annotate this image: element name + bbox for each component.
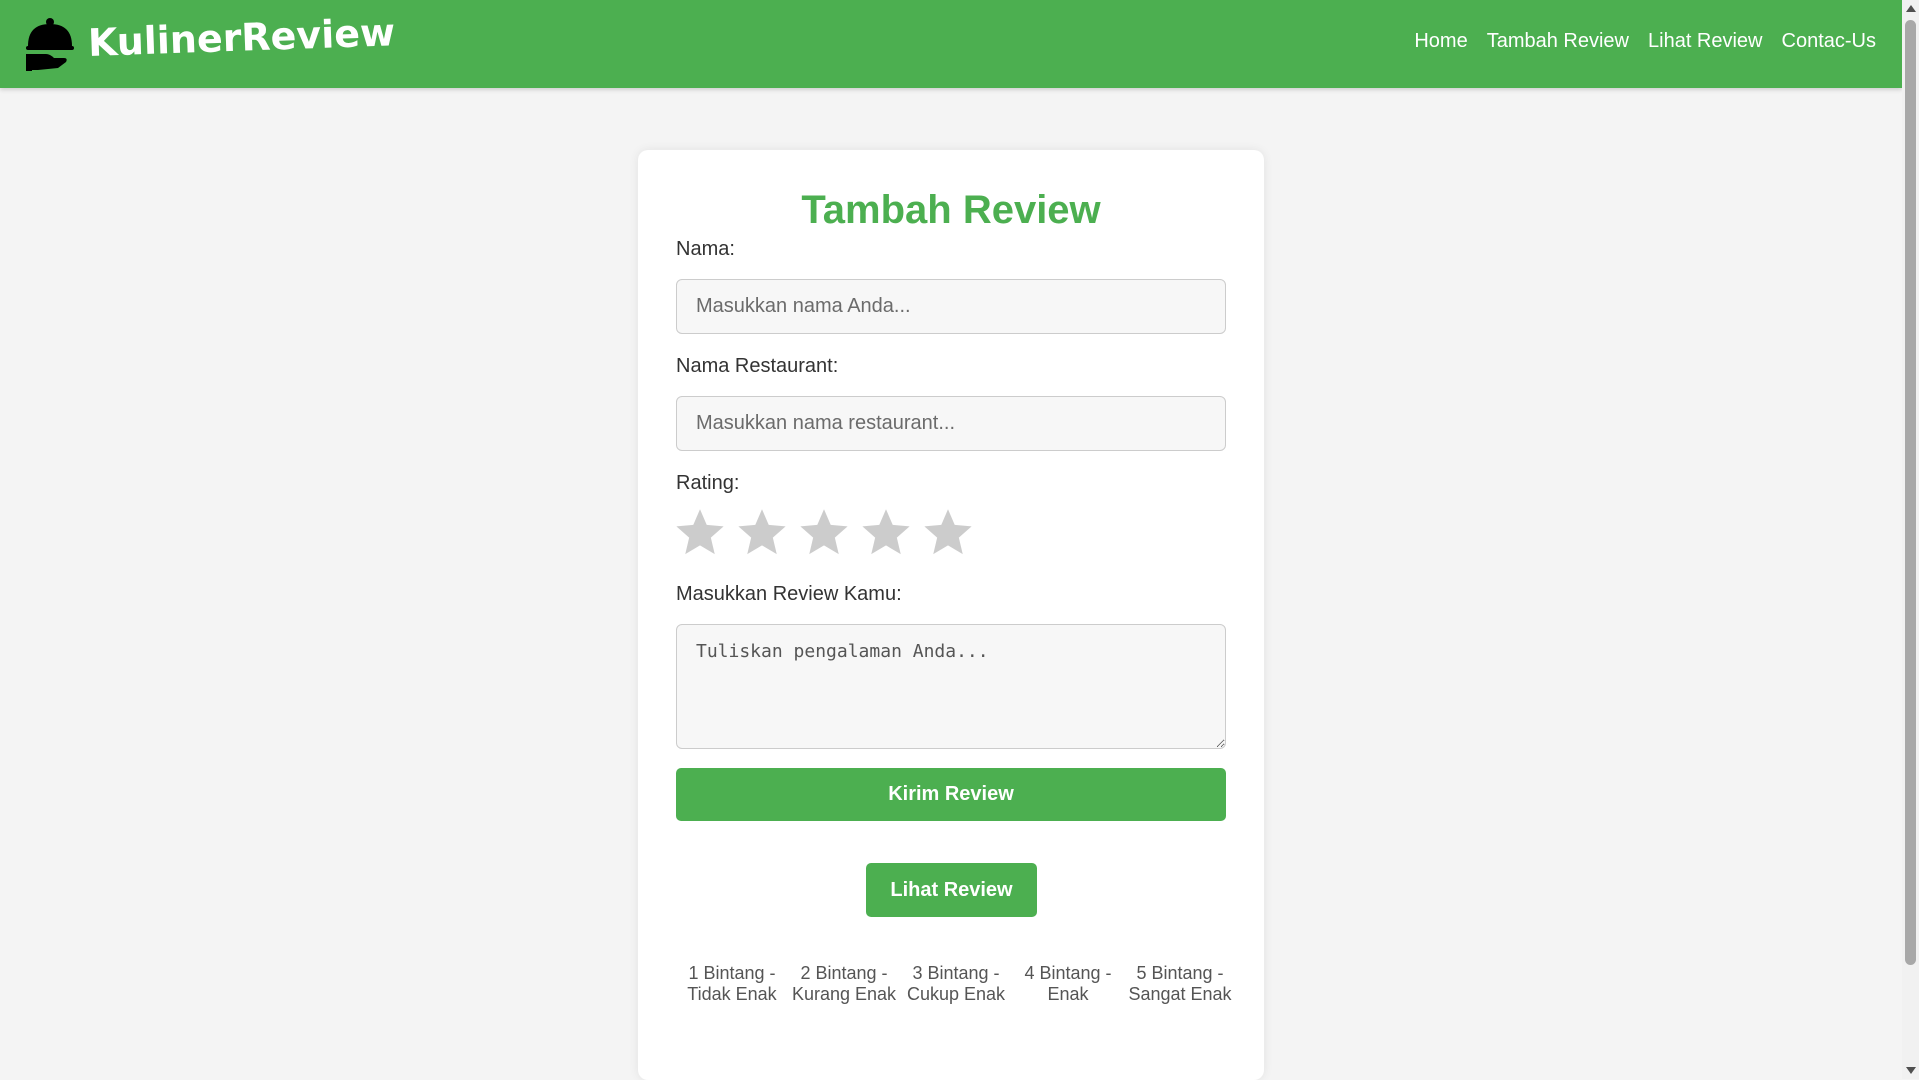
legend-item-2: 2 Bintang - Kurang Enak [791,963,897,1004]
brand-name: KulinerReview [87,10,396,65]
review-label: Masukkan Review Kamu: [676,583,902,605]
name-label: Nama: [676,238,735,260]
star-5-icon[interactable] [922,506,974,558]
vertical-scrollbar[interactable] [1902,0,1919,1079]
star-2-icon[interactable] [736,506,788,558]
nav-link-contact-us[interactable]: Contac-Us [1782,30,1876,53]
nav-links: Home Tambah Review Lihat Review Contac-U… [1414,30,1876,53]
review-textarea[interactable] [676,624,1226,749]
scroll-down-icon[interactable] [1906,1067,1916,1074]
star-1-icon[interactable] [674,506,726,558]
star-rating [674,506,974,558]
scroll-thumb[interactable] [1905,20,1916,965]
legend-item-1: 1 Bintang - Tidak Enak [687,963,777,1004]
cloche-icon [26,18,74,71]
legend-item-4: 4 Bintang - Enak [1024,963,1112,1004]
nav-link-home[interactable]: Home [1414,30,1467,53]
rating-legend: 1 Bintang - Tidak Enak 2 Bintang - Kuran… [676,963,1236,1005]
page-title: Tambah Review [801,188,1101,232]
nav-link-lihat-review[interactable]: Lihat Review [1648,30,1763,53]
submit-review-button[interactable]: Kirim Review [676,768,1226,821]
star-3-icon[interactable] [798,506,850,558]
view-review-button[interactable]: Lihat Review [866,863,1037,917]
rating-label: Rating: [676,472,740,494]
nav-link-tambah-review[interactable]: Tambah Review [1487,30,1629,53]
brand[interactable]: KulinerReview [24,10,396,72]
name-input[interactable] [676,279,1226,334]
restaurant-label: Nama Restaurant: [676,355,839,377]
scroll-up-icon[interactable] [1906,5,1916,12]
star-4-icon[interactable] [860,506,912,558]
review-form-card: Tambah Review Nama: Nama Restaurant: Rat… [638,150,1264,1080]
navbar: KulinerReview Home Tambah Review Lihat R… [0,0,1902,88]
legend-item-3: 3 Bintang - Cukup Enak [906,963,1006,1004]
legend-item-5: 5 Bintang - Sangat Enak [1128,963,1232,1004]
restaurant-input[interactable] [676,396,1226,451]
